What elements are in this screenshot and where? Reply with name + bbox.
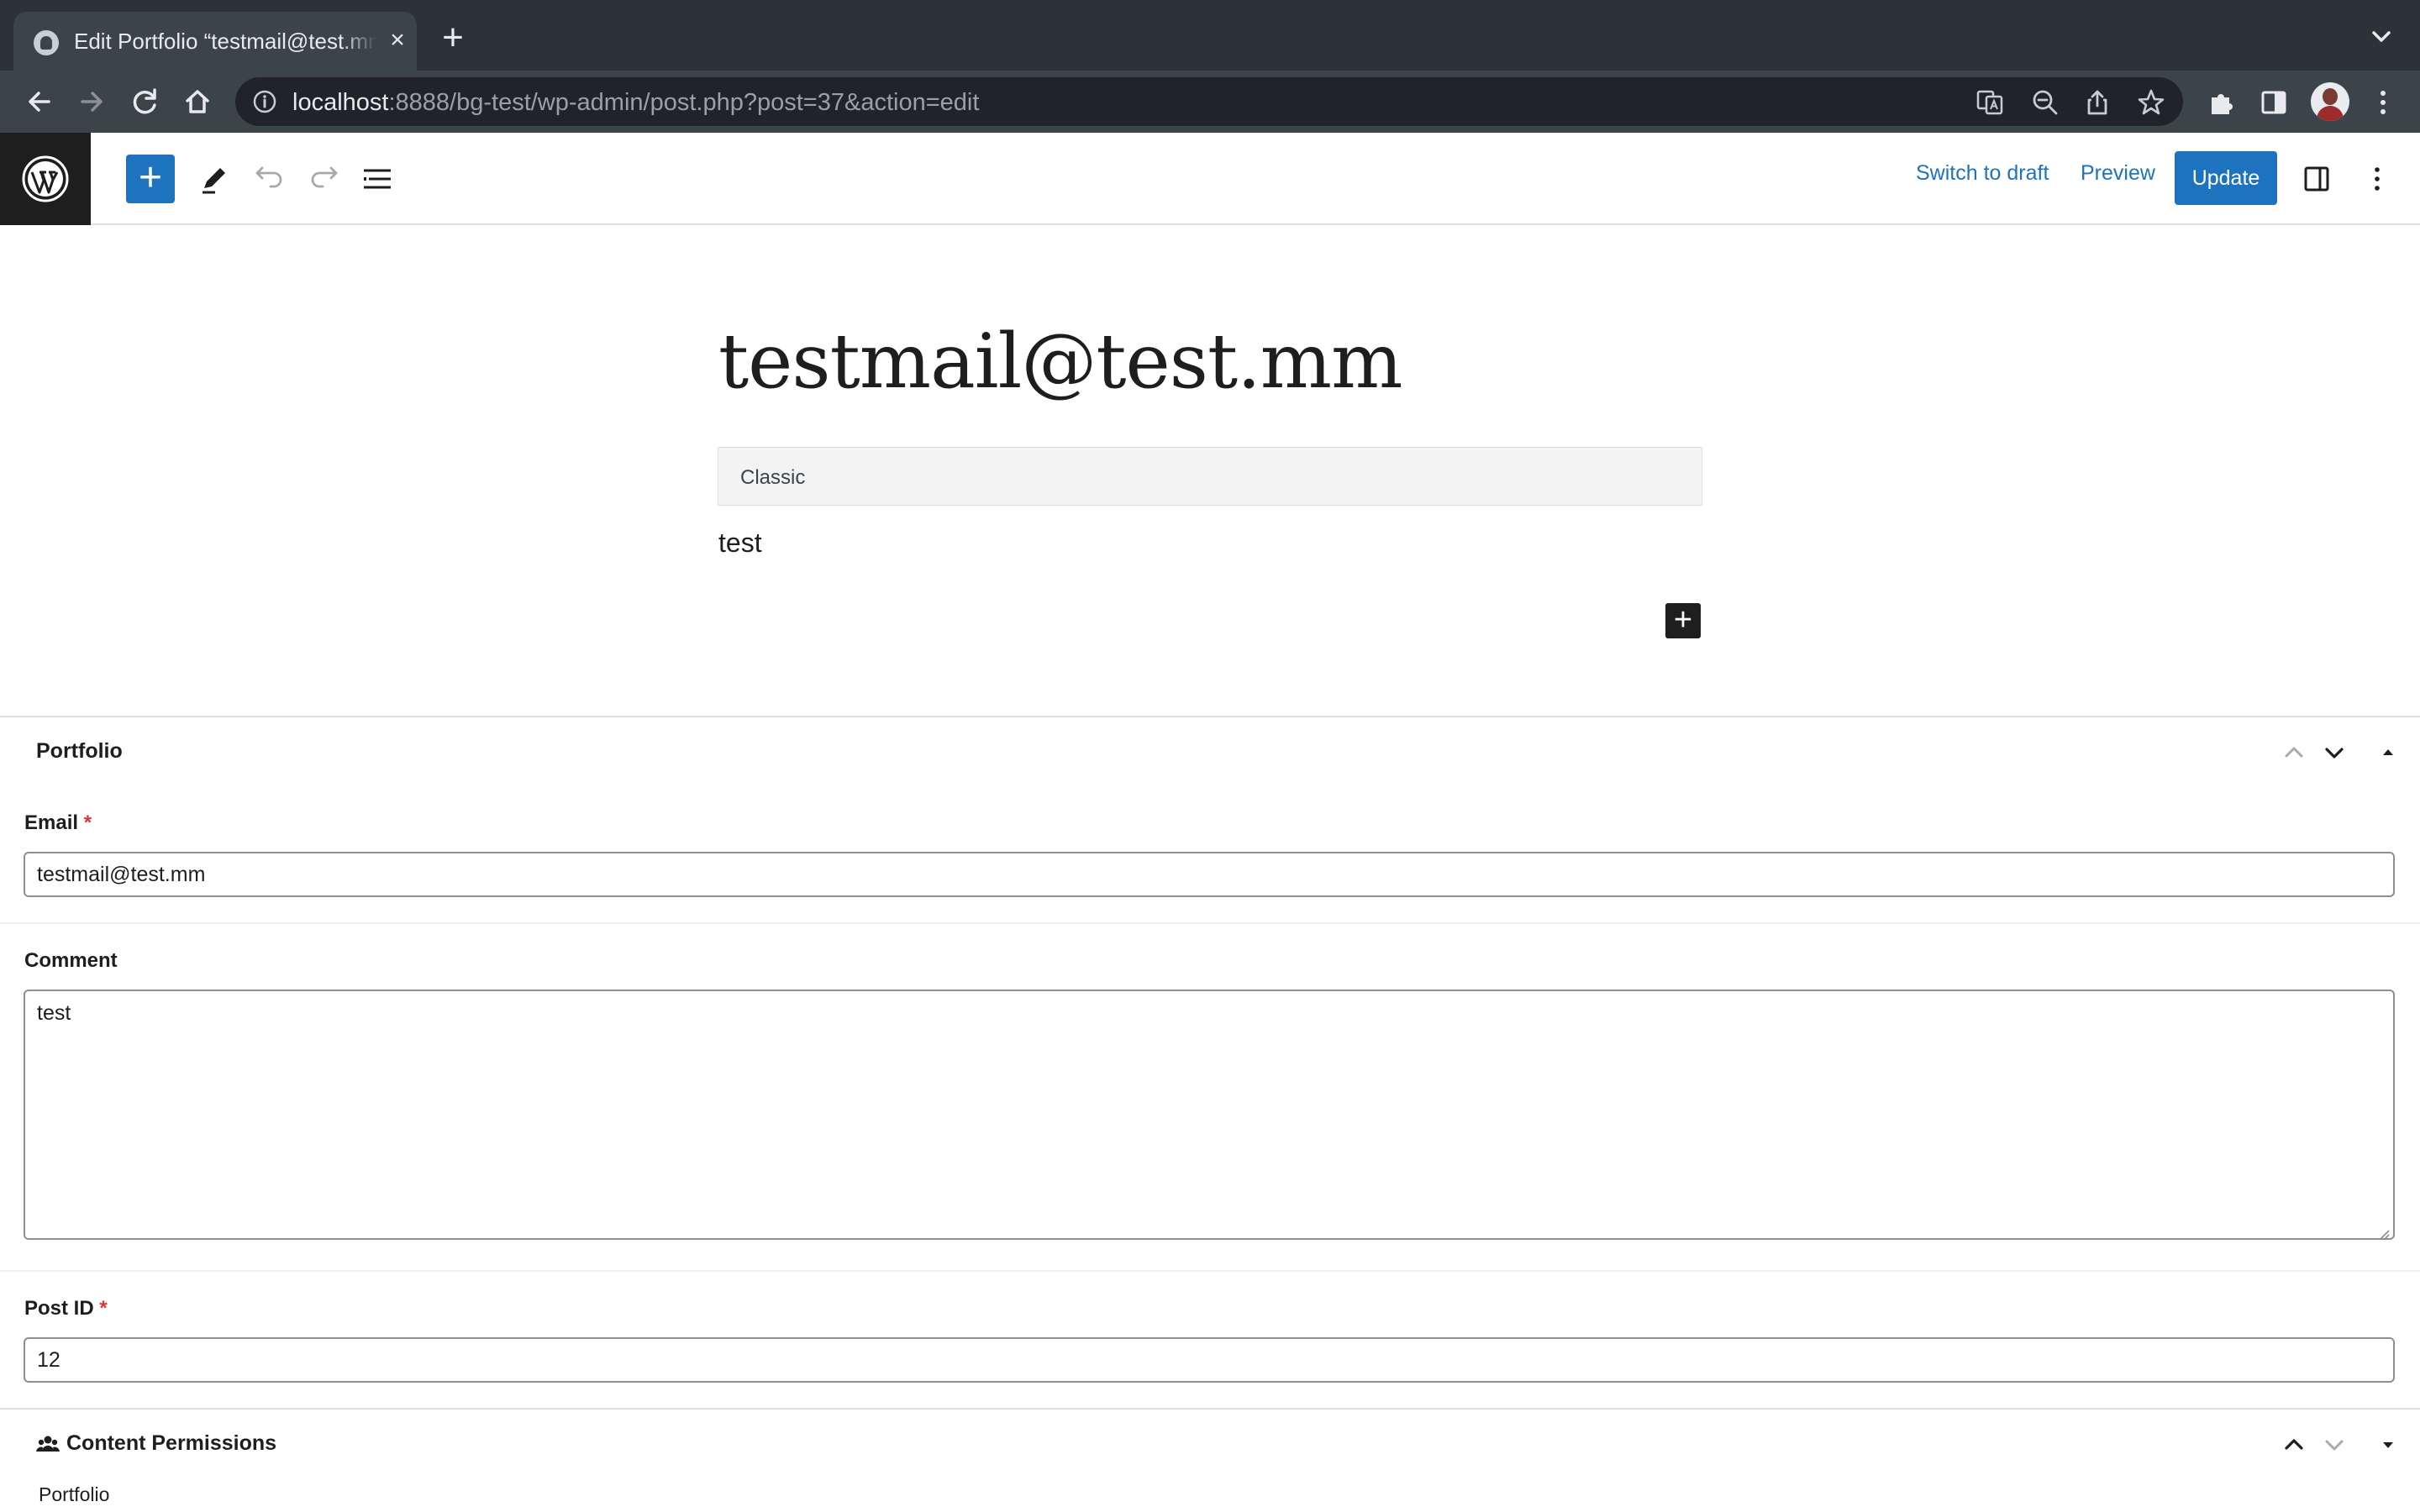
extensions-puzzle-icon[interactable] [2205,86,2238,119]
options-menu-icon[interactable] [2353,155,2402,203]
url-path: :8888/bg-test/wp-admin/post.php?post=37&… [388,89,980,116]
metabox-divider [0,1408,2420,1410]
url-text[interactable]: localhost:8888/bg-test/wp-admin/post.php… [292,89,979,117]
users-group-icon [35,1431,60,1457]
editor-header: + Switch to draft Preview Update [0,133,2420,225]
browser-tab-strip: Edit Portfolio “testmail@test.mm” × + [0,0,2420,71]
required-marker: * [83,811,92,834]
field-divider [0,922,2420,924]
required-marker: * [99,1297,108,1320]
new-tab-button[interactable]: + [434,18,472,57]
collapse-toggle-icon[interactable] [2371,736,2405,769]
expand-toggle-icon[interactable] [2371,1428,2405,1462]
reload-icon[interactable] [124,81,166,123]
undo-icon[interactable] [245,155,294,203]
translate-icon[interactable] [1975,87,2005,118]
tab-search-chevron-icon[interactable] [2366,22,2396,52]
close-tab-icon[interactable]: × [383,26,412,55]
classic-block-toolbar[interactable]: Classic [718,447,1702,506]
email-label: Email * [24,811,92,835]
home-icon[interactable] [176,81,218,123]
side-panel-icon[interactable] [2257,86,2291,119]
browser-menu-icon[interactable] [2366,86,2400,119]
post-id-field[interactable]: 12 [24,1337,2395,1383]
wordpress-logo-icon [22,155,69,202]
comment-text: test [37,1001,71,1025]
content-permissions-title[interactable]: Content Permissions [66,1431,276,1456]
update-button[interactable]: Update [2175,151,2277,205]
bookmark-star-icon[interactable] [2136,87,2166,118]
settings-sidebar-icon[interactable] [2292,155,2341,203]
move-down-chevron-icon[interactable] [2317,1428,2351,1462]
site-info-icon[interactable] [252,89,277,114]
add-block-button[interactable]: + [1665,603,1701,638]
zoom-icon[interactable] [2030,87,2060,118]
field-divider [0,1270,2420,1272]
redo-icon[interactable] [299,155,348,203]
browser-tab[interactable]: Edit Portfolio “testmail@test.mm” × [13,12,417,71]
comment-label: Comment [24,949,118,972]
forward-arrow-icon[interactable] [71,81,113,123]
switch-to-draft-button[interactable]: Switch to draft [1916,161,2049,186]
share-icon[interactable] [2082,87,2112,118]
wordpress-favicon-icon [34,30,59,55]
profile-avatar[interactable] [2311,82,2349,121]
email-field[interactable]: testmail@test.mm [24,852,2395,897]
post-id-label: Post ID * [24,1297,108,1320]
back-arrow-icon[interactable] [18,81,60,123]
browser-toolbar: localhost:8888/bg-test/wp-admin/post.php… [0,71,2420,133]
tools-pencil-icon[interactable] [190,155,239,203]
classic-block-content[interactable]: test [718,528,762,559]
portfolio-box-title[interactable]: Portfolio [36,739,123,764]
block-inserter-button[interactable]: + [126,155,175,203]
url-host: localhost [292,89,389,116]
meta-boxes-area: Portfolio Email * testmail@test.mm Comme… [0,716,2420,1512]
move-up-chevron-icon[interactable] [2277,1428,2311,1462]
classic-block-label: Classic [740,466,806,489]
email-label-text: Email [24,811,79,834]
comment-textarea[interactable]: test [24,990,2395,1240]
tab-title: Edit Portfolio “testmail@test.mm” [74,29,376,54]
wordpress-logo-button[interactable] [0,133,91,225]
document-overview-list-icon[interactable] [353,155,402,203]
preview-button[interactable]: Preview [2081,161,2155,186]
post-title[interactable]: testmail@test.mm [718,318,1402,406]
move-down-chevron-icon[interactable] [2317,736,2351,769]
resize-grip-icon[interactable] [2376,1221,2390,1240]
post-id-label-text: Post ID [24,1297,94,1320]
move-up-chevron-icon[interactable] [2277,736,2311,769]
permissions-portfolio-item: Portfolio [39,1483,110,1505]
address-bar[interactable]: localhost:8888/bg-test/wp-admin/post.php… [235,77,2183,126]
